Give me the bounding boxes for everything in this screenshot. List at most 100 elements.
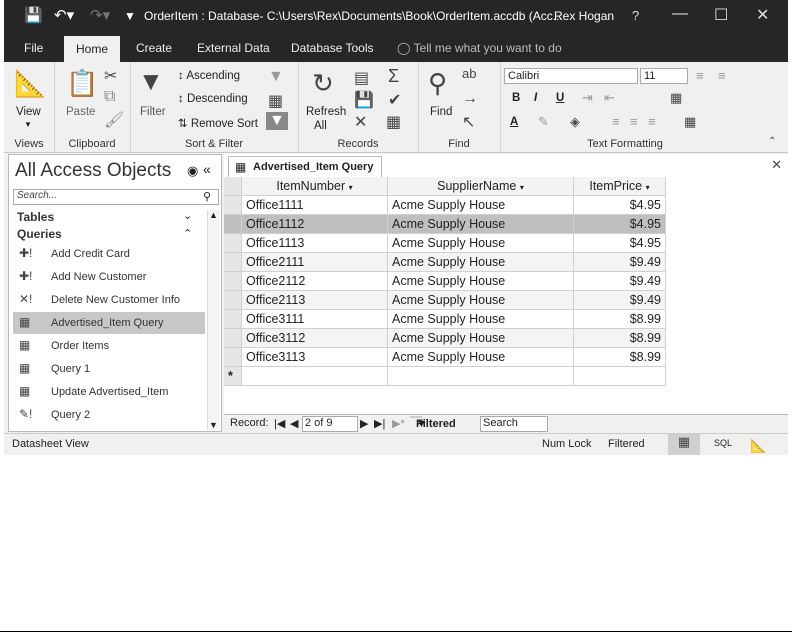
remove-sort-button[interactable]: ⇅ Remove Sort	[178, 116, 258, 130]
table-cell[interactable]: $4.95	[574, 196, 666, 215]
nav-item-update-advertised-item[interactable]: ▦ Update Advertised_Item	[13, 381, 205, 403]
scroll-up-icon[interactable]: ▲	[209, 210, 218, 220]
row-selector[interactable]	[224, 234, 242, 253]
row-selector[interactable]	[224, 196, 242, 215]
row-selector[interactable]	[224, 310, 242, 329]
descending-button[interactable]: ↕ Descending	[178, 93, 248, 105]
table-cell[interactable]: Office3112	[242, 329, 388, 348]
nav-search-input[interactable]: Search...	[13, 189, 219, 205]
table-cell[interactable]: Office2111	[242, 253, 388, 272]
table-cell[interactable]	[242, 367, 388, 386]
ascending-button[interactable]: ↕ Ascending	[178, 70, 240, 82]
alternate-row-color-icon[interactable]: ▦	[684, 114, 696, 130]
close-icon[interactable]: ✕	[756, 5, 769, 25]
minimize-icon[interactable]: —	[672, 5, 688, 23]
first-record-icon[interactable]: |◀	[274, 417, 285, 430]
table-cell[interactable]: Office2112	[242, 272, 388, 291]
user-name[interactable]: Rex Hogan	[554, 9, 614, 23]
new-record-nav-icon[interactable]: ▶*	[392, 417, 405, 430]
view-icon[interactable]: 📐	[14, 68, 46, 99]
tab-database-tools[interactable]: Database Tools	[291, 41, 374, 55]
table-cell[interactable]: $9.49	[574, 291, 666, 310]
find-icon[interactable]: ⚲	[428, 68, 447, 99]
delete-record-icon[interactable]: ✕	[354, 112, 367, 132]
tab-create[interactable]: Create	[136, 41, 172, 55]
column-header-suppliername[interactable]: SupplierName ▾	[388, 177, 574, 196]
gridlines-icon[interactable]: ▦	[670, 90, 682, 106]
refresh-all-button[interactable]: Refresh	[306, 106, 346, 118]
table-cell[interactable]: Acme Supply House	[388, 215, 574, 234]
outdent-icon[interactable]: ⇤	[604, 90, 615, 106]
table-cell[interactable]: Acme Supply House	[388, 291, 574, 310]
tell-me-box[interactable]: ◯ Tell me what you want to do	[397, 41, 562, 55]
table-cell[interactable]: Acme Supply House	[388, 348, 574, 367]
table-cell[interactable]: Office1112	[242, 215, 388, 234]
bold-button[interactable]: B	[512, 92, 520, 104]
scroll-down-icon[interactable]: ▼	[209, 420, 218, 430]
doc-tab-advertised-item-query[interactable]: ▦ Advertised_Item Query	[228, 156, 383, 177]
nav-menu-chevron-icon[interactable]: ◉	[187, 163, 198, 179]
datasheet-view-icon[interactable]: ▦	[668, 434, 700, 455]
more-records-icon[interactable]: ▦	[386, 112, 401, 132]
save-icon[interactable]: 💾	[24, 6, 43, 24]
nav-group-tables[interactable]: Tables	[17, 210, 54, 224]
column-dropdown-icon[interactable]: ▾	[646, 183, 650, 192]
spelling-icon[interactable]: ✔	[388, 90, 401, 110]
underline-button[interactable]: U	[556, 92, 564, 104]
table-cell[interactable]	[574, 367, 666, 386]
new-record-marker[interactable]: *	[224, 367, 242, 386]
table-cell[interactable]: Acme Supply House	[388, 310, 574, 329]
align-left-icon[interactable]: ≡	[612, 114, 620, 129]
table-cell[interactable]: Acme Supply House	[388, 234, 574, 253]
align-right-icon[interactable]: ≡	[648, 114, 656, 129]
table-cell[interactable]: Acme Supply House	[388, 272, 574, 291]
table-cell[interactable]: $4.95	[574, 215, 666, 234]
align-center-icon[interactable]: ≡	[630, 114, 638, 129]
table-cell[interactable]	[388, 367, 574, 386]
nav-scrollbar[interactable]: ▲ ▼	[207, 210, 220, 430]
table-cell[interactable]: $4.95	[574, 234, 666, 253]
table-cell[interactable]: Acme Supply House	[388, 253, 574, 272]
font-name-combo[interactable]: Calibri	[504, 68, 638, 84]
fill-color-icon[interactable]: ◈	[570, 114, 580, 130]
nav-item-add-credit-card[interactable]: ✚! Add Credit Card	[13, 243, 205, 265]
row-selector[interactable]	[224, 215, 242, 234]
advanced-filter-icon[interactable]: ▦	[268, 91, 283, 111]
search-icon[interactable]: ⚲	[203, 190, 211, 203]
record-search-input[interactable]: Search	[480, 416, 548, 432]
row-selector[interactable]	[224, 272, 242, 291]
table-cell[interactable]: $8.99	[574, 310, 666, 329]
table-cell[interactable]: $9.49	[574, 272, 666, 291]
previous-record-icon[interactable]: ◀	[290, 417, 298, 430]
table-cell[interactable]: Office3111	[242, 310, 388, 329]
last-record-icon[interactable]: ▶|	[374, 417, 385, 430]
nav-item-advertised-item-query[interactable]: ▦ Advertised_Item Query	[13, 312, 205, 334]
sql-view-button[interactable]: SQL	[714, 438, 732, 448]
filter-applied-icon[interactable]: ▾	[520, 183, 524, 192]
save-record-icon[interactable]: 💾	[354, 90, 374, 110]
refresh-all-label[interactable]: All	[314, 120, 327, 132]
italic-button[interactable]: I	[534, 92, 537, 104]
filter-icon[interactable]: ▼	[138, 66, 164, 97]
sort-indicator-icon[interactable]: ▾	[349, 183, 353, 192]
cut-icon[interactable]: ✂	[104, 66, 117, 86]
table-cell[interactable]: Office1113	[242, 234, 388, 253]
select-icon[interactable]: ↖	[462, 112, 475, 132]
view-dropdown-icon[interactable]: ▼	[24, 120, 32, 129]
table-cell[interactable]: $8.99	[574, 329, 666, 348]
table-cell[interactable]: Office2113	[242, 291, 388, 310]
select-all-cell[interactable]	[224, 177, 242, 196]
copy-icon[interactable]: ⧉	[104, 88, 115, 106]
expand-tables-icon[interactable]: ⌄	[183, 209, 192, 222]
table-cell[interactable]: Office3113	[242, 348, 388, 367]
row-selector[interactable]	[224, 253, 242, 272]
help-icon[interactable]: ?	[632, 8, 639, 23]
table-cell[interactable]: Acme Supply House	[388, 196, 574, 215]
next-record-icon[interactable]: ▶	[360, 417, 368, 430]
numbering-icon[interactable]: ≡	[718, 68, 726, 83]
nav-item-add-new-customer[interactable]: ✚! Add New Customer	[13, 266, 205, 288]
column-header-itemprice[interactable]: ItemPrice ▾	[574, 177, 666, 196]
shutter-bar-icon[interactable]: «	[203, 161, 211, 177]
collapse-queries-icon[interactable]: ⌃	[183, 227, 192, 240]
replace-icon[interactable]: ab	[462, 66, 476, 81]
